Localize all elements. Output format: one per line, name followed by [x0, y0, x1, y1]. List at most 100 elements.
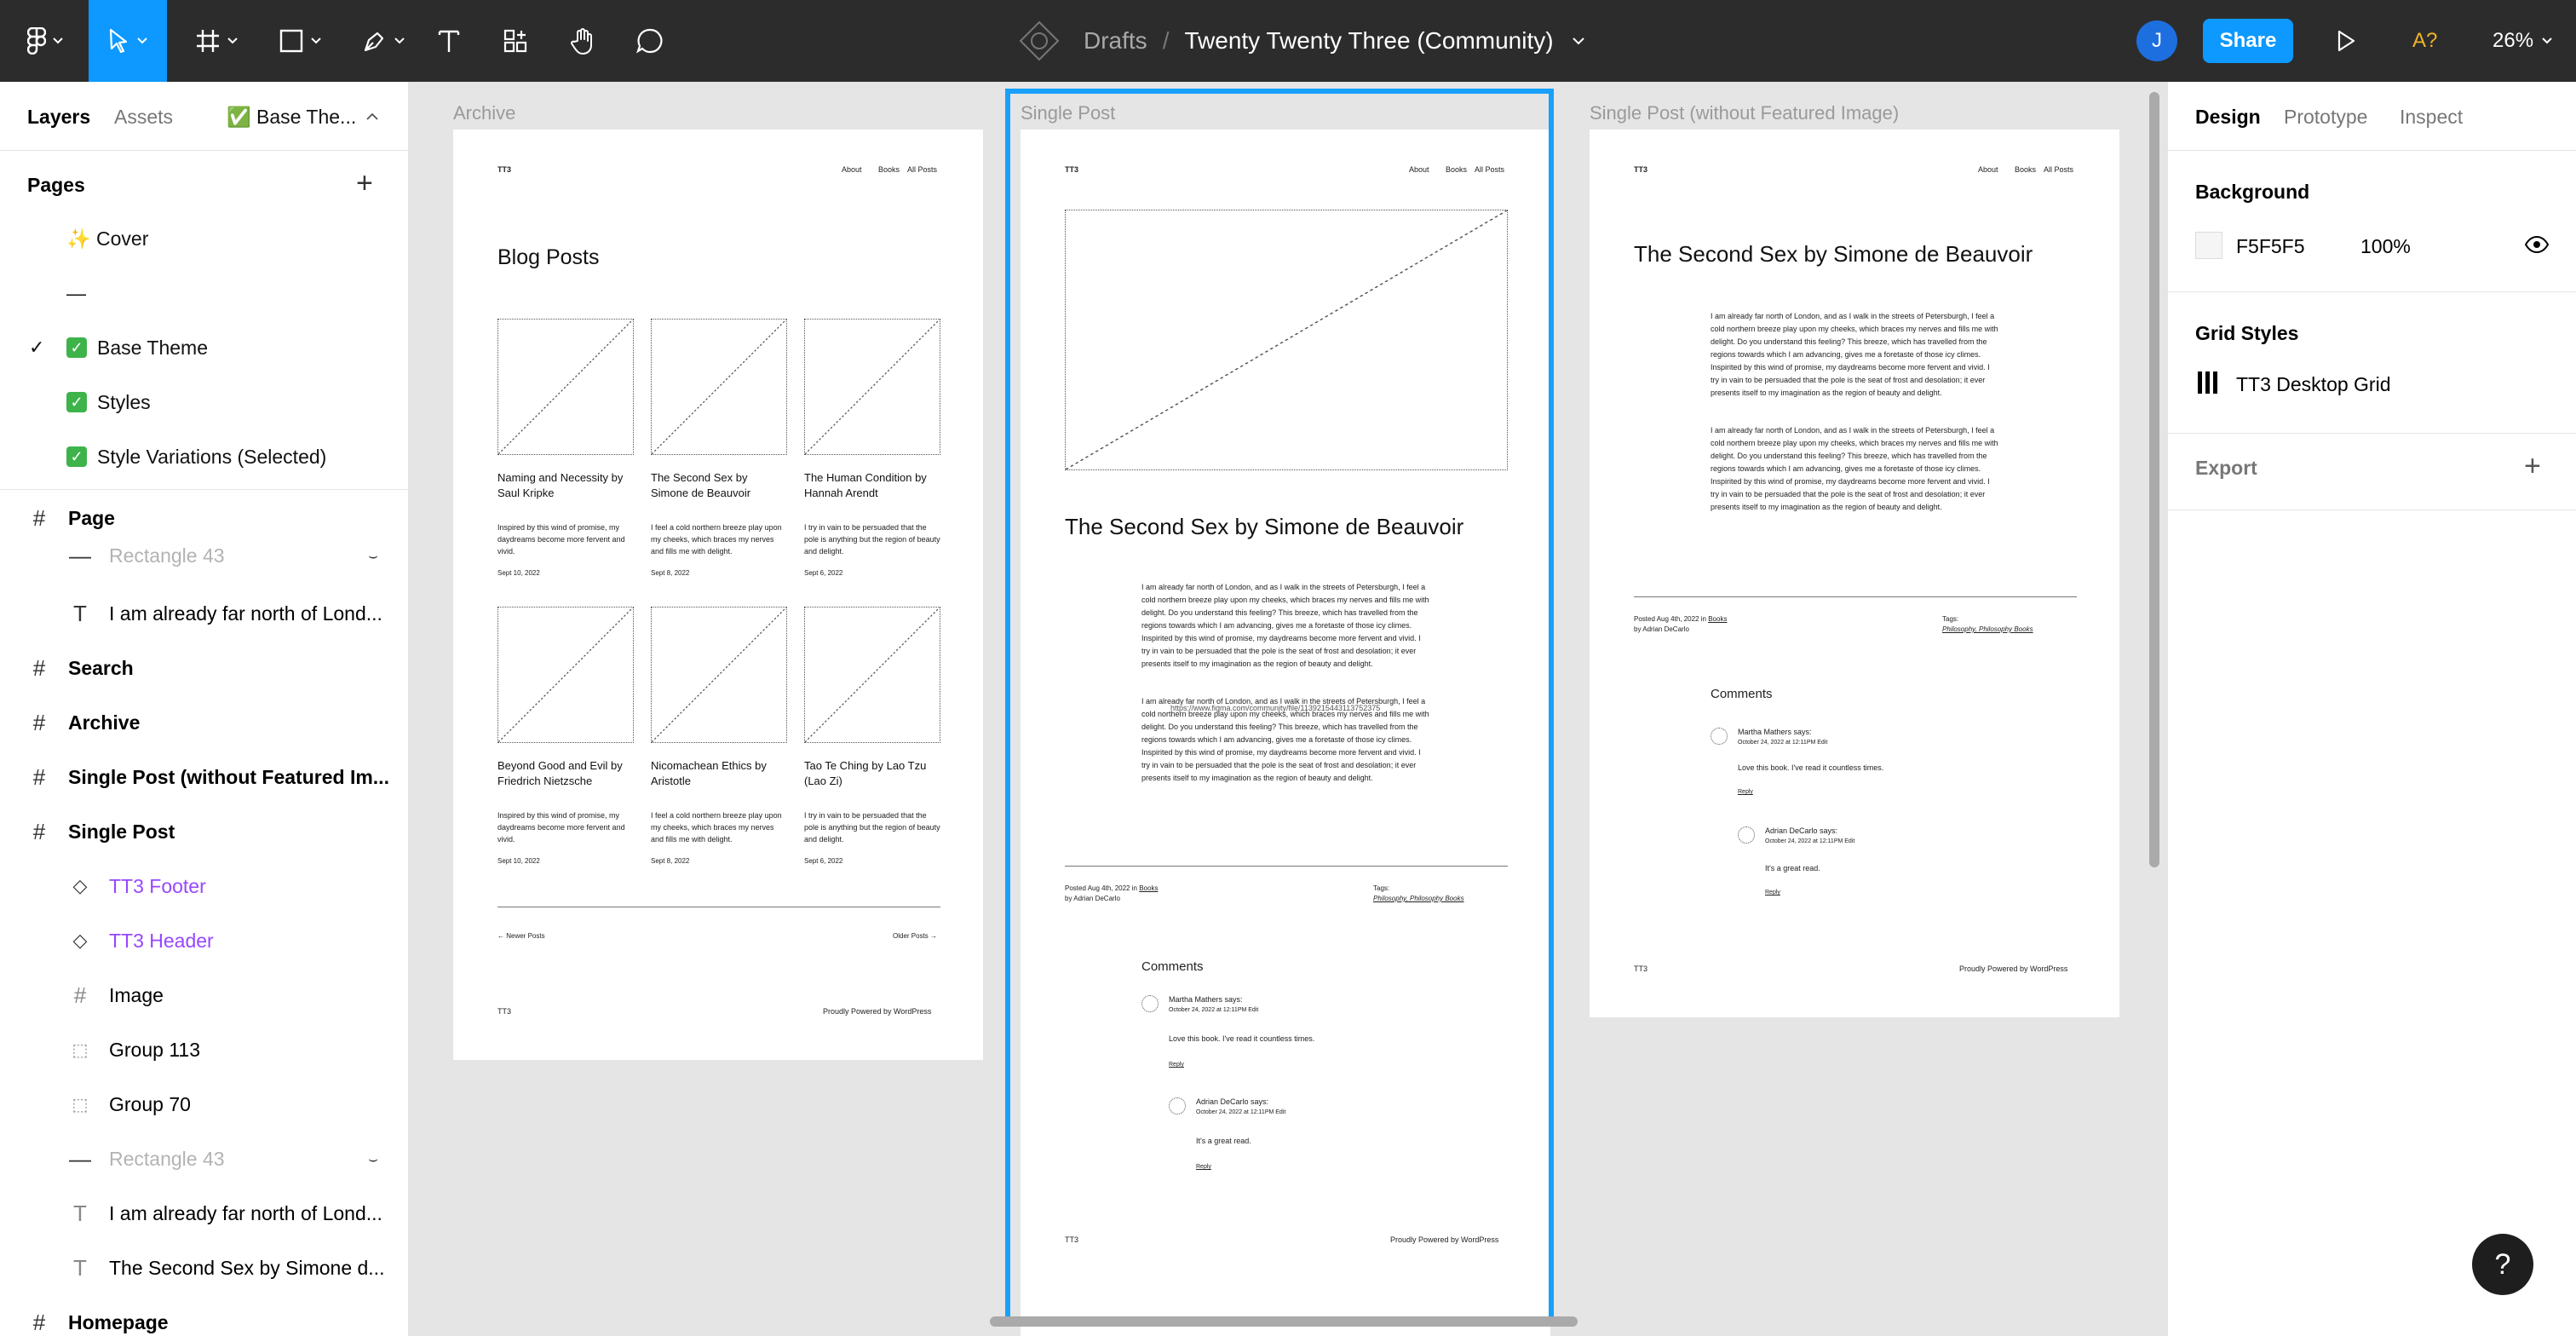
footer-logo: TT3: [497, 1007, 512, 1016]
layer-instance-footer[interactable]: ◇ TT3 Footer: [0, 859, 408, 913]
layer-label: The Second Sex by Simone d...: [109, 1256, 385, 1279]
add-page-icon[interactable]: +: [356, 169, 373, 198]
post-title: Tao Te Ching by Lao Tzu (Lao Zi): [804, 759, 927, 787]
layer-frame-single-post[interactable]: # Single Post: [0, 804, 408, 859]
current-page-selector[interactable]: ✅ Base The...: [227, 106, 356, 129]
vertical-scrollbar[interactable]: [2149, 92, 2159, 867]
chevron-down-icon: [53, 37, 63, 44]
hand-tool-button[interactable]: [562, 0, 605, 82]
present-button[interactable]: [2326, 0, 2366, 82]
comment-tool-button[interactable]: [629, 0, 671, 82]
text-icon: [438, 30, 460, 52]
text-tool-button[interactable]: [428, 0, 470, 82]
grid-style-name[interactable]: TT3 Desktop Grid: [2236, 373, 2391, 396]
hidden-eye-icon[interactable]: ⌣: [361, 1147, 385, 1171]
missing-fonts-indicator[interactable]: A?: [2412, 0, 2437, 82]
group-icon: ⬚: [72, 1040, 89, 1060]
figma-menu-button[interactable]: [15, 0, 75, 82]
chevron-down-icon: [394, 37, 405, 44]
resources-button[interactable]: [494, 0, 537, 82]
post-paragraph: I am already far north of London, and as…: [1711, 312, 1998, 397]
layer-frame-archive[interactable]: # Archive: [0, 695, 408, 750]
layer-label: Homepage: [68, 1310, 169, 1333]
component-instance-icon: ◇: [72, 875, 88, 896]
layer-label: TT3 Header: [109, 929, 214, 952]
frame-label-archive[interactable]: Archive: [453, 102, 515, 124]
tab-inspect[interactable]: Inspect: [2400, 106, 2463, 129]
chevron-up-icon[interactable]: [366, 112, 378, 120]
share-button[interactable]: Share: [2203, 19, 2293, 63]
text-layer-icon: T: [73, 1254, 87, 1281]
canvas[interactable]: Archive TT3 About Books All Posts Blog P…: [409, 82, 2167, 1336]
hidden-eye-icon[interactable]: ⌣: [361, 544, 385, 567]
layer-text[interactable]: T I am already far north of Lond...: [0, 1186, 408, 1241]
nav-about: About: [842, 165, 862, 174]
page-item-divider[interactable]: —: [0, 266, 408, 320]
team-icon-button[interactable]: [1015, 0, 1063, 82]
comment-author: Martha Mathers says:: [1738, 728, 1812, 736]
archive-heading: Blog Posts: [497, 245, 600, 269]
pen-tool-button[interactable]: [348, 0, 419, 82]
page-item-cover[interactable]: ✨ Cover: [0, 211, 408, 266]
comment-avatar: [1711, 728, 1728, 745]
add-export-icon[interactable]: +: [2524, 452, 2541, 481]
frame-single-post-no-image[interactable]: TT3 About Books All Posts The Second Sex…: [1590, 130, 2119, 1017]
layer-frame-homepage[interactable]: # Homepage: [0, 1295, 408, 1336]
play-icon: [2337, 30, 2355, 52]
properties-panel: Design Prototype Inspect Background F5F5…: [2167, 82, 2576, 1336]
move-tool-button[interactable]: [89, 0, 167, 82]
hand-icon: [571, 28, 592, 55]
reply-link: Reply: [1738, 789, 1753, 795]
tab-design[interactable]: Design: [2195, 106, 2261, 129]
site-logo: TT3: [497, 165, 512, 174]
grid-styles-heading: Grid Styles: [2195, 322, 2299, 344]
tab-prototype[interactable]: Prototype: [2284, 106, 2367, 129]
background-swatch[interactable]: [2195, 232, 2222, 259]
chevron-down-icon: [227, 37, 238, 44]
background-hex[interactable]: F5F5F5: [2236, 235, 2305, 258]
chevron-down-icon: [2542, 37, 2552, 44]
post-image-placeholder: [804, 319, 940, 455]
page-item-styles[interactable]: ✓ Styles: [0, 375, 408, 429]
shape-tool-button[interactable]: [264, 0, 336, 82]
help-button[interactable]: ?: [2472, 1234, 2533, 1295]
divider: [2168, 291, 2576, 292]
post-excerpt: I try in vain to be persuaded that the p…: [804, 523, 940, 556]
layer-frame-search[interactable]: # Search: [0, 641, 408, 695]
layer-frame-single-post-no-image[interactable]: # Single Post (without Featured Im...: [0, 750, 408, 804]
layer-rectangle-43[interactable]: — Rectangle 43 ⌣: [0, 1132, 408, 1186]
page-item-style-variations[interactable]: ✓ Style Variations (Selected): [0, 429, 408, 484]
green-check-icon: ✓: [66, 446, 87, 467]
post-title: The Second Sex by Simone de Beauvoir: [1634, 241, 2033, 267]
layer-label: Rectangle 43: [109, 1147, 225, 1170]
frame-icon: #: [32, 709, 46, 735]
author-meta: by Adrian DeCarlo: [1634, 625, 1689, 633]
frame-archive[interactable]: TT3 About Books All Posts Blog Posts Nam…: [453, 130, 983, 1060]
background-opacity[interactable]: 100%: [2360, 235, 2411, 258]
site-logo: TT3: [1634, 165, 1648, 174]
layer-label: TT3 Footer: [109, 874, 206, 897]
breadcrumb-drafts[interactable]: Drafts: [1084, 27, 1147, 55]
file-name[interactable]: Twenty Twenty Three (Community): [1184, 27, 1553, 55]
page-item-base-theme[interactable]: ✓ ✓ Base Theme: [0, 320, 408, 375]
layer-frame-image[interactable]: # Image: [0, 968, 408, 1022]
zoom-dropdown[interactable]: 26%: [2493, 0, 2552, 82]
tab-assets[interactable]: Assets: [114, 106, 173, 129]
tab-layers[interactable]: Layers: [27, 106, 90, 129]
horizontal-scrollbar[interactable]: [990, 1316, 1578, 1327]
layer-rectangle-43[interactable]: — Rectangle 43 ⌣: [0, 532, 408, 579]
chevron-down-icon[interactable]: [1572, 37, 1584, 45]
layer-group-113[interactable]: ⬚ Group 113: [0, 1022, 408, 1077]
layer-instance-header[interactable]: ◇ TT3 Header: [0, 913, 408, 968]
post-image-placeholder: [497, 607, 634, 743]
layer-text[interactable]: T The Second Sex by Simone d...: [0, 1241, 408, 1295]
checkmark-icon: ✓: [29, 337, 45, 358]
frame-tool-button[interactable]: [181, 0, 252, 82]
post-title: Beyond Good and Evil by Friedrich Nietzs…: [497, 759, 623, 787]
layer-group-70[interactable]: ⬚ Group 70: [0, 1077, 408, 1132]
frame-label-single-post-no-image[interactable]: Single Post (without Featured Image): [1590, 102, 1899, 124]
nav-all-posts: All Posts: [907, 165, 938, 174]
layer-text[interactable]: T I am already far north of Lond...: [0, 586, 408, 641]
eye-icon[interactable]: [2524, 235, 2550, 254]
avatar[interactable]: J: [2136, 20, 2177, 61]
